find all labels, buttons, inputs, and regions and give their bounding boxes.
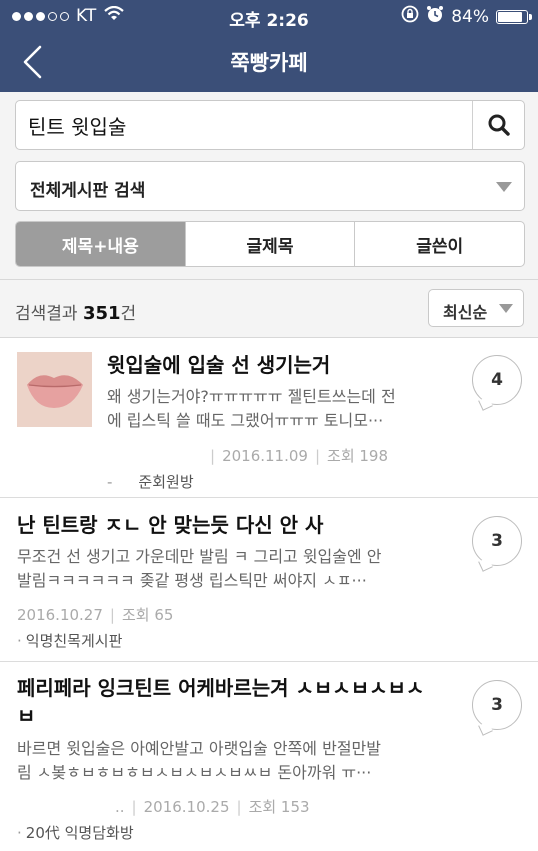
alarm-icon [426, 5, 444, 28]
tab-author[interactable]: 글쓴이 [354, 222, 524, 266]
search-panel: 전체게시판 검색 제목+내용 글제목 글쓴이 [0, 92, 538, 280]
post-item[interactable]: 페리페라 잉크틴트 어케바르는겨 ㅅㅂㅅㅂㅅㅂㅅ ㅂ 바르면 윗입술은 아예안발… [0, 662, 538, 851]
comment-count-badge: 4 [472, 355, 522, 405]
post-views: 조회 198 [327, 447, 389, 465]
battery-icon [496, 9, 532, 24]
post-item[interactable]: 난 틴트랑 ㅈㄴ 안 맞는듯 다신 안 사 무조건 선 생기고 가운데만 발림 … [0, 498, 538, 662]
search-scope-tabs: 제목+내용 글제목 글쓴이 [15, 221, 525, 267]
result-summary: 검색결과 351건 최신순 [0, 280, 538, 338]
post-meta: 2016.10.27 | 조회 65 [17, 606, 174, 624]
search-input[interactable] [16, 101, 472, 149]
dropdown-arrow-icon [496, 182, 512, 192]
post-title: 윗입술에 입술 선 생기는거 [107, 353, 331, 377]
post-views: 조회 153 [248, 798, 310, 816]
post-meta: .. | 2016.10.25 | 조회 153 [115, 798, 310, 816]
rotation-lock-icon [401, 5, 419, 28]
post-snippet-line1: 바르면 윗입술은 아예안발고 아랫입술 안쪽에 반절만발 [17, 739, 381, 758]
sort-value: 최신순 [443, 303, 488, 322]
dropdown-arrow-icon [499, 304, 513, 313]
post-snippet-line1: 무조건 선 생기고 가운데만 발림 ㅋ 그리고 윗입술엔 안 [17, 547, 382, 566]
search-icon [488, 114, 510, 136]
tab-title[interactable]: 글제목 [184, 222, 355, 266]
post-board-name: 익명친목게시판 [25, 632, 123, 650]
post-item[interactable]: 윗입술에 입술 선 생기는거 왜 생기는거야?ㅠㅠㅠㅠㅠ 젤틴트쓰는데 전 에 … [0, 338, 538, 498]
post-board: · 익명친목게시판 [17, 632, 123, 650]
post-snippet-line2: 에 립스틱 쓸 때도 그랬어ㅠㅠㅠ 토니모··· [107, 411, 384, 430]
nav-bar: 쭉빵카페 [0, 32, 538, 92]
post-views: 조회 65 [121, 606, 174, 624]
post-snippet-line2: 림 ㅅ봊ㅎㅂㅎㅂㅎㅂㅅㅂㅅㅂㅅㅂㅆㅂ 돈아까워 ㅠ··· [17, 763, 372, 782]
post-date: 2016.10.25 [143, 798, 230, 816]
post-thumbnail [17, 352, 92, 427]
page-title: 쭉빵카페 [230, 51, 308, 75]
post-board-name: 준회원방 [138, 473, 194, 491]
status-bar: KT 오후 2:26 84% [0, 0, 538, 32]
post-board: · 20代 익명담화방 [17, 824, 134, 842]
header-bar: KT 오후 2:26 84% 쭉빵카페 [0, 0, 538, 92]
board-filter-value: 전체게시판 검색 [30, 181, 146, 201]
battery-percent: 84% [451, 6, 489, 27]
post-date: 2016.11.09 [222, 447, 308, 465]
sort-select[interactable]: 최신순 [428, 289, 524, 327]
post-author: .. [115, 798, 125, 816]
post-date: 2016.10.27 [17, 606, 103, 624]
board-filter-select[interactable]: 전체게시판 검색 [15, 161, 525, 211]
post-title: 난 틴트랑 ㅈㄴ 안 맞는듯 다신 안 사 [17, 513, 324, 537]
comment-count-badge: 3 [472, 516, 522, 566]
result-count: 351 [82, 303, 121, 324]
post-snippet-line1: 왜 생기는거야?ㅠㅠㅠㅠㅠ 젤틴트쓰는데 전 [107, 387, 396, 406]
tab-title-content[interactable]: 제목+내용 [16, 222, 185, 266]
search-box [15, 100, 525, 150]
result-unit: 건 [120, 304, 137, 324]
result-label: 검색결과 [15, 304, 78, 324]
post-board: - 준회원방 [107, 473, 194, 491]
post-title-line2: ㅂ [17, 704, 36, 728]
post-snippet-line2: 발림ㅋㅋㅋㅋㅋㅋ 좆같 평생 립스틱만 써야지 ㅅㅍ··· [17, 571, 367, 590]
post-board-name: 20代 익명담화방 [25, 824, 134, 842]
comment-count-badge: 3 [472, 680, 522, 730]
search-button[interactable] [472, 101, 524, 149]
post-list: 윗입술에 입술 선 생기는거 왜 생기는거야?ㅠㅠㅠㅠㅠ 젤틴트쓰는데 전 에 … [0, 338, 538, 851]
post-meta: | 2016.11.09 | 조회 198 [210, 447, 389, 465]
post-title-line1: 페리페라 잉크틴트 어케바르는겨 ㅅㅂㅅㅂㅅㅂㅅ [17, 676, 425, 700]
